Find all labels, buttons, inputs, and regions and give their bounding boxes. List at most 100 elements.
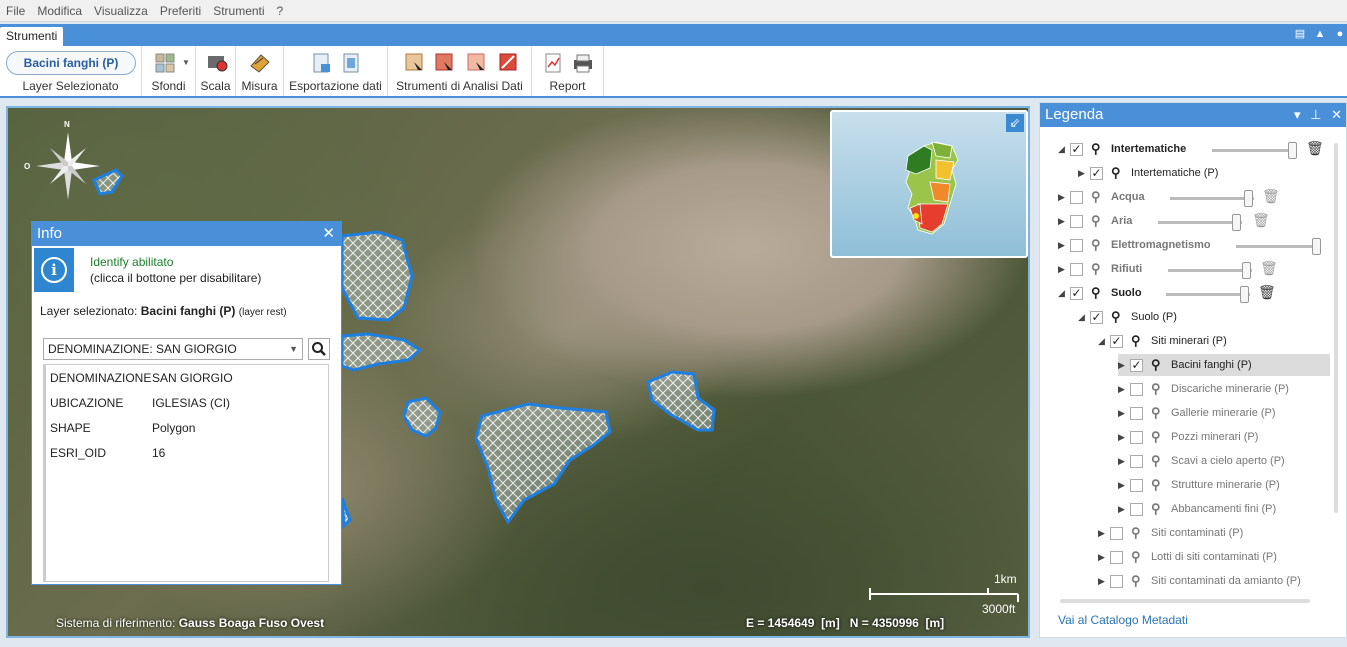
opacity-slider[interactable] [1158, 214, 1242, 231]
trash-icon[interactable]: 🗑 [1306, 140, 1324, 157]
dropdown-arrow-icon[interactable]: ▼ [182, 58, 190, 67]
slider-knob[interactable] [1242, 262, 1251, 279]
expand-arrow-icon[interactable]: ▶ [1078, 168, 1090, 179]
search-icon[interactable]: ⚲ [1091, 285, 1105, 301]
search-icon[interactable]: ⚲ [1091, 141, 1105, 157]
search-icon[interactable]: ⚲ [1151, 429, 1165, 445]
basin-polygon[interactable] [340, 230, 414, 322]
trash-icon[interactable]: 🗑 [1258, 284, 1276, 301]
legend-item-siti-minerari[interactable]: ◢ ✓ ⚲ Siti minerari (P) [1098, 330, 1227, 352]
layer-checkbox[interactable] [1130, 406, 1143, 420]
opacity-slider[interactable] [1168, 262, 1252, 279]
search-icon[interactable]: ⚲ [1131, 333, 1145, 349]
layer-checkbox[interactable]: ✓ [1090, 310, 1103, 324]
search-icon[interactable]: ⚲ [1111, 165, 1125, 181]
expand-arrow-icon[interactable]: ▶ [1118, 408, 1130, 419]
basin-polygon[interactable] [402, 396, 442, 438]
trash-icon[interactable]: 🗑 [1252, 212, 1270, 229]
feature-select[interactable]: DENOMINAZIONE: SAN GIORGIO ▼ [43, 338, 303, 360]
export-table-icon[interactable] [341, 52, 363, 74]
collapse-arrow-icon[interactable]: ◢ [1078, 312, 1090, 323]
layer-checkbox[interactable] [1130, 430, 1143, 444]
layer-checkbox[interactable] [1070, 238, 1083, 252]
legend-item-intertematiche-p[interactable]: ▶ ✓ ⚲ Intertematiche (P) [1078, 162, 1218, 184]
trash-icon[interactable]: 🗑 [1262, 188, 1280, 205]
collapse-arrow-icon[interactable]: ◢ [1058, 288, 1070, 299]
menu-modifica[interactable]: Modifica [31, 4, 88, 18]
legend-item-rifiuti[interactable]: ▶ ⚲ Rifiuti [1058, 258, 1142, 280]
expand-arrow-icon[interactable]: ▶ [1118, 480, 1130, 491]
expand-arrow-icon[interactable]: ▶ [1118, 456, 1130, 467]
layer-checkbox[interactable] [1130, 454, 1143, 468]
expand-arrow-icon[interactable]: ▶ [1118, 504, 1130, 515]
layer-checkbox[interactable] [1130, 478, 1143, 492]
selected-layer-button[interactable]: Bacini fanghi (P) [6, 51, 136, 75]
tab-strumenti[interactable]: Strumenti [0, 27, 64, 46]
expand-arrow-icon[interactable]: ▶ [1058, 264, 1070, 275]
search-icon[interactable]: ⚲ [1151, 357, 1165, 373]
expand-arrow-icon[interactable]: ▶ [1098, 552, 1110, 563]
search-icon[interactable]: ⚲ [1151, 405, 1165, 421]
layer-checkbox[interactable] [1110, 526, 1123, 540]
report-icon[interactable] [543, 52, 565, 74]
layer-checkbox[interactable] [1130, 382, 1143, 396]
pin-icon[interactable]: ⊥ [1310, 107, 1321, 122]
opacity-slider[interactable] [1166, 286, 1250, 303]
chevron-down-icon[interactable]: ▼ [289, 339, 298, 359]
search-icon[interactable]: ⚲ [1131, 525, 1145, 541]
menu-strumenti[interactable]: Strumenti [207, 4, 270, 18]
layer-checkbox[interactable] [1070, 190, 1083, 204]
layer-checkbox[interactable] [1070, 262, 1083, 276]
legend-item-bacini-fanghi[interactable]: ▶ ✓ ⚲ Bacini fanghi (P) [1118, 354, 1330, 376]
measure-icon[interactable] [249, 52, 271, 74]
search-icon[interactable]: ⚲ [1111, 309, 1125, 325]
expand-arrow-icon[interactable]: ▶ [1098, 576, 1110, 587]
zoom-to-feature-button[interactable] [308, 338, 330, 360]
help-icon[interactable]: ● [1333, 27, 1347, 41]
basin-polygon[interactable] [340, 332, 423, 372]
expand-arrow-icon[interactable]: ▶ [1058, 240, 1070, 251]
collapse-ribbon-icon[interactable]: ▲ [1313, 27, 1327, 41]
opacity-slider[interactable] [1236, 238, 1321, 255]
analysis-tool-4-icon[interactable] [498, 52, 520, 74]
identify-toggle-button[interactable]: i [34, 248, 74, 292]
collapse-arrow-icon[interactable]: ◢ [1098, 336, 1110, 347]
basemap-icon[interactable] [154, 52, 176, 74]
search-icon[interactable]: ⚲ [1151, 501, 1165, 517]
legend-item-discariche[interactable]: ▶ ⚲ Discariche minerarie (P) [1118, 378, 1289, 400]
menu-file[interactable]: File [0, 4, 31, 18]
legend-item-intertematiche[interactable]: ◢ ✓ ⚲ Intertematiche [1058, 138, 1186, 160]
opacity-slider[interactable] [1212, 142, 1297, 159]
legend-item-aria[interactable]: ▶ ⚲ Aria [1058, 210, 1132, 232]
analysis-tool-3-icon[interactable] [466, 52, 488, 74]
metadata-catalog-link[interactable]: Vai al Catalogo Metadati [1058, 613, 1188, 627]
expand-arrow-icon[interactable]: ▶ [1118, 384, 1130, 395]
slider-knob[interactable] [1244, 190, 1253, 207]
layer-checkbox[interactable]: ✓ [1110, 334, 1123, 348]
layer-checkbox[interactable] [1130, 502, 1143, 516]
legend-vertical-scrollbar[interactable] [1334, 143, 1338, 513]
dropdown-icon[interactable]: ▾ [1294, 107, 1301, 122]
overview-map[interactable]: ⇙ [830, 110, 1028, 258]
expand-arrow-icon[interactable]: ▶ [1118, 432, 1130, 443]
search-icon[interactable]: ⚲ [1151, 477, 1165, 493]
menu-visualizza[interactable]: Visualizza [88, 4, 154, 18]
legend-item-siti-contaminati[interactable]: ▶ ⚲ Siti contaminati (P) [1098, 522, 1243, 544]
legend-item-abbancamenti[interactable]: ▶ ⚲ Abbancamenti fini (P) [1118, 498, 1276, 520]
printer-icon[interactable] [572, 52, 594, 74]
search-icon[interactable]: ⚲ [1131, 573, 1145, 589]
search-icon[interactable]: ⚲ [1151, 381, 1165, 397]
legend-item-gallerie[interactable]: ▶ ⚲ Gallerie minerarie (P) [1118, 402, 1276, 424]
legend-horizontal-scrollbar[interactable] [1060, 599, 1310, 603]
legend-item-elettromagnetismo[interactable]: ▶ ⚲ Elettromagnetismo [1058, 234, 1211, 256]
search-icon[interactable]: ⚲ [1131, 549, 1145, 565]
basin-polygon[interactable] [646, 370, 716, 432]
slider-knob[interactable] [1240, 286, 1249, 303]
expand-arrow-icon[interactable]: ▶ [1118, 360, 1130, 371]
trash-icon[interactable]: 🗑 [1260, 260, 1278, 277]
legend-item-pozzi[interactable]: ▶ ⚲ Pozzi minerari (P) [1118, 426, 1258, 448]
layer-checkbox[interactable] [1070, 214, 1083, 228]
layer-checkbox[interactable] [1110, 550, 1123, 564]
slider-knob[interactable] [1288, 142, 1297, 159]
analysis-tool-2-icon[interactable] [434, 52, 456, 74]
